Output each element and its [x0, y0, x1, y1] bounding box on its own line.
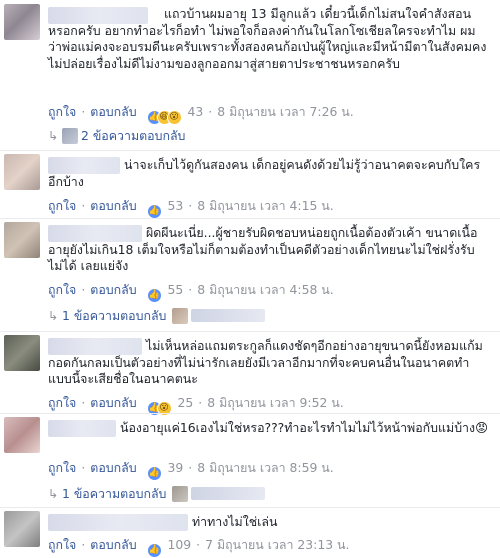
- reaction-count: 109: [167, 537, 192, 552]
- replies-link[interactable]: ↳ 1 ข้อความตอบกลับ: [48, 486, 269, 502]
- reply-link[interactable]: ตอบกลับ: [90, 460, 136, 475]
- comment-actions: ถูกใจ · ตอบกลับ 👍 55 · 8 มิถุนายน เวลา 4:58 …: [48, 282, 334, 303]
- comment-text: น่าจะเก็บไว้ดูกันสองคน เด็กอยู่คนดังด้วย…: [48, 157, 481, 189]
- like-link[interactable]: ถูกใจ: [48, 282, 76, 297]
- comment-actions: ถูกใจ · ตอบกลับ 👍😮 25 · 8 มิถุนายน เวลา 9:52…: [48, 395, 344, 416]
- like-icon: 👍: [146, 543, 162, 558]
- avatar[interactable]: [4, 4, 40, 40]
- redacted-reply-name: [191, 309, 266, 322]
- timestamp[interactable]: 8 มิถุนายน เวลา 4:15 น.: [197, 198, 333, 213]
- replies-link[interactable]: ↳ 2 ข้อความตอบกลับ: [48, 128, 185, 144]
- timestamp[interactable]: 8 มิถุนายน เวลา 8:59 น.: [197, 460, 333, 475]
- divider: [0, 218, 500, 219]
- reply-avatar: [172, 308, 189, 324]
- avatar[interactable]: [4, 154, 40, 190]
- divider: [0, 413, 500, 414]
- reactions[interactable]: 👍: [146, 540, 162, 558]
- like-link[interactable]: ถูกใจ: [48, 104, 76, 119]
- redacted-reply-name: [191, 487, 266, 500]
- reactions[interactable]: 👍: [146, 285, 162, 303]
- reactions[interactable]: 👍: [146, 201, 162, 219]
- reply-link[interactable]: ตอบกลับ: [90, 395, 136, 410]
- reply-avatar: [172, 486, 189, 502]
- reaction-count: 43: [187, 104, 204, 119]
- reaction-count: 55: [167, 282, 184, 297]
- like-link[interactable]: ถูกใจ: [48, 460, 76, 475]
- comment-actions: ถูกใจ · ตอบกลับ 👍 109 · 7 มิถุนายน เวลา 23:1…: [48, 537, 349, 558]
- reply-arrow-icon: ↳: [48, 308, 59, 323]
- reply-link[interactable]: ตอบกลับ: [90, 537, 136, 552]
- reactions[interactable]: 👍: [146, 463, 162, 481]
- comment-text: น้องอายุแค่16เองไม่ใช่หรอ???ทำอะไรทำไมไม…: [120, 420, 488, 435]
- divider: [0, 150, 500, 151]
- comment-text: ท่าทางไม่ใช่เล่น: [192, 514, 278, 529]
- like-link[interactable]: ถูกใจ: [48, 395, 76, 410]
- reply-link[interactable]: ตอบกลับ: [90, 104, 136, 119]
- like-link[interactable]: ถูกใจ: [48, 537, 76, 552]
- comment-text: ผิดผีนะเนี่ย...ผู้ชายรับผิดชอบหน่อยถูกเน…: [48, 225, 478, 273]
- comment-text: แถวบ้านผมอายุ 13 มีลูกแล้ว เดี๋ยวนี้เด็ก…: [48, 6, 487, 71]
- timestamp[interactable]: 8 มิถุนายน เวลา 7:26 น.: [217, 104, 353, 119]
- comment-actions: ถูกใจ · ตอบกลับ 👍 53 · 8 มิถุนายน เวลา 4:15 …: [48, 198, 334, 219]
- timestamp[interactable]: 8 มิถุนายน เวลา 4:58 น.: [197, 282, 333, 297]
- comment-actions: ถูกใจ · ตอบกลับ 👍 39 · 8 มิถุนายน เวลา 8:59 …: [48, 460, 334, 481]
- reply-avatar: [62, 128, 78, 144]
- like-link[interactable]: ถูกใจ: [48, 198, 76, 213]
- reaction-count: 25: [177, 395, 194, 410]
- avatar[interactable]: [4, 417, 40, 453]
- timestamp[interactable]: 7 มิถุนายน เวลา 23:13 น.: [205, 537, 349, 552]
- reply-link[interactable]: ตอบกลับ: [90, 198, 136, 213]
- reply-arrow-icon: ↳: [48, 128, 59, 143]
- avatar[interactable]: [4, 222, 40, 258]
- wow-icon: 😮: [166, 110, 182, 125]
- reactions[interactable]: 👍😆😮: [146, 107, 182, 125]
- divider: [0, 507, 500, 508]
- comment-actions: ถูกใจ · ตอบกลับ 👍😆😮 43 · 8 มิถุนายน เวลา 7:2…: [48, 104, 354, 125]
- replies-link[interactable]: ↳ 1 ข้อความตอบกลับ: [48, 308, 269, 324]
- reply-link[interactable]: ตอบกลับ: [90, 282, 136, 297]
- like-icon: 👍: [146, 466, 162, 481]
- reply-arrow-icon: ↳: [48, 486, 59, 501]
- timestamp[interactable]: 8 มิถุนายน เวลา 9:52 น.: [207, 395, 343, 410]
- like-icon: 👍: [146, 288, 162, 303]
- like-icon: 👍: [146, 204, 162, 219]
- reaction-count: 53: [167, 198, 184, 213]
- reaction-count: 39: [167, 460, 184, 475]
- comment-text: ไม่เห็นหล่อแถมตระกูลก็แดงชัดๆอีกอย่างอาย…: [48, 338, 483, 386]
- avatar[interactable]: [4, 335, 40, 371]
- divider: [0, 331, 500, 332]
- avatar[interactable]: [4, 511, 40, 547]
